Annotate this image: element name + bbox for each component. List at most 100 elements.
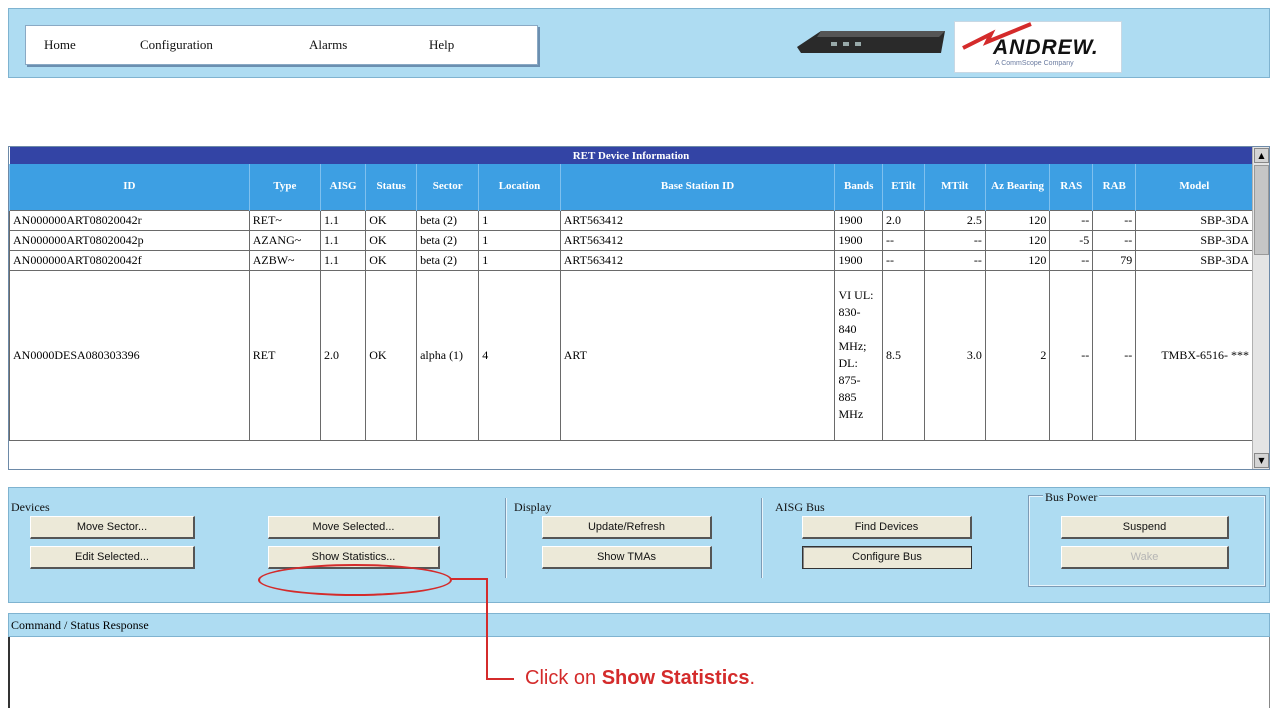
callout-leader-line	[486, 578, 488, 680]
callout-highlight-ellipse	[258, 564, 452, 596]
nav-alarms[interactable]: Alarms	[309, 37, 347, 53]
callout-leader-line	[486, 678, 514, 680]
cell-rab: --	[1092, 209, 1137, 231]
status-header: Command / Status Response	[8, 613, 1270, 637]
cell-location: 1	[478, 209, 561, 231]
callout-suffix: .	[749, 667, 756, 689]
cell-id: AN000000ART08020042r	[9, 209, 250, 231]
top-banner: Home Configuration Alarms Help ANDREW. A…	[8, 8, 1270, 78]
wake-button[interactable]: Wake	[1061, 546, 1229, 569]
configure-bus-button[interactable]: Configure Bus	[802, 546, 972, 569]
table-vertical-scrollbar[interactable]: ▲ ▼	[1252, 147, 1269, 469]
nav-home[interactable]: Home	[44, 37, 76, 53]
cell-sector: beta (2)	[416, 209, 480, 231]
col-header-rab[interactable]: RAB	[1092, 164, 1136, 210]
cell-aisg: 1.1	[319, 249, 367, 271]
col-header-mtilt[interactable]: MTilt	[923, 164, 986, 210]
move-selected-button[interactable]: Move Selected...	[268, 516, 440, 539]
group-divider	[505, 498, 507, 578]
cell-aisg: 1.1	[319, 229, 367, 251]
scroll-up-icon[interactable]: ▲	[1254, 148, 1269, 163]
aisg-bus-group-label: AISG Bus	[775, 500, 825, 514]
col-header-status[interactable]: Status	[365, 164, 417, 210]
cell-mtilt: --	[923, 229, 986, 251]
col-header-aisg[interactable]: AISG	[319, 164, 366, 210]
table-header-row: ID Type AISG Status Sector Location Base…	[9, 164, 1253, 210]
cell-model: TMBX-6516- ***	[1135, 269, 1253, 441]
col-header-type[interactable]: Type	[248, 164, 321, 210]
cell-az-bearing: 120	[984, 249, 1051, 271]
brand-tagline: A CommScope Company	[995, 60, 1074, 67]
col-header-ras[interactable]: RAS	[1049, 164, 1093, 210]
device-image	[797, 31, 945, 53]
cell-type: AZANG~	[248, 229, 321, 251]
cell-az-bearing: 120	[984, 209, 1051, 231]
table-row[interactable]: AN000000ART08020042r RET~ 1.1 OK beta (2…	[9, 209, 1253, 231]
col-header-az-bearing[interactable]: Az Bearing	[984, 164, 1050, 210]
scroll-thumb[interactable]	[1254, 165, 1269, 255]
suspend-button[interactable]: Suspend	[1061, 516, 1229, 539]
cell-type: RET~	[248, 209, 321, 231]
cell-status: OK	[365, 209, 418, 231]
cell-status: OK	[365, 249, 418, 271]
cell-location: 1	[478, 249, 561, 271]
bus-power-group-label: Bus Power	[1043, 490, 1100, 505]
cell-etilt: 2.0	[881, 209, 925, 231]
cell-etilt: --	[881, 249, 925, 271]
cell-aisg: 2.0	[319, 269, 367, 441]
ret-device-table: RET Device Information ID Type AISG Stat…	[9, 147, 1253, 441]
cell-model: SBP-3DA	[1135, 209, 1253, 231]
scroll-down-icon[interactable]: ▼	[1254, 453, 1269, 468]
callout-leader-line	[451, 578, 487, 580]
cell-etilt: --	[881, 229, 925, 251]
table-row[interactable]: AN0000DESA080303396 RET 2.0 OK alpha (1)…	[9, 269, 1253, 441]
cell-ras: --	[1049, 209, 1094, 231]
update-refresh-button[interactable]: Update/Refresh	[542, 516, 712, 539]
cell-status: OK	[365, 229, 418, 251]
col-header-base-station-id[interactable]: Base Station ID	[559, 164, 835, 210]
controls-panel: Devices Move Sector... Move Selected... …	[8, 487, 1270, 603]
col-header-id[interactable]: ID	[9, 164, 250, 210]
find-devices-button[interactable]: Find Devices	[802, 516, 972, 539]
col-header-location[interactable]: Location	[478, 164, 561, 210]
col-header-etilt[interactable]: ETilt	[881, 164, 925, 210]
cell-id: AN000000ART08020042p	[9, 229, 250, 251]
table-caption-row: RET Device Information	[9, 147, 1253, 164]
move-sector-button[interactable]: Move Sector...	[30, 516, 195, 539]
table-row[interactable]: AN000000ART08020042f AZBW~ 1.1 OK beta (…	[9, 249, 1253, 271]
devices-group-label: Devices	[11, 500, 50, 514]
cell-location: 1	[478, 229, 561, 251]
col-header-model[interactable]: Model	[1135, 164, 1253, 210]
cell-mtilt: 3.0	[923, 269, 986, 441]
edit-selected-button[interactable]: Edit Selected...	[30, 546, 195, 569]
cell-base-station-id: ART563412	[559, 209, 836, 231]
cell-bands: VI UL: 830- 840 MHz; DL: 875- 885 MHz	[834, 269, 883, 441]
nav-help[interactable]: Help	[429, 37, 454, 53]
cell-model: SBP-3DA	[1135, 249, 1253, 271]
table-row[interactable]: AN000000ART08020042p AZANG~ 1.1 OK beta …	[9, 229, 1253, 251]
cell-base-station-id: ART563412	[559, 249, 836, 271]
cell-type: AZBW~	[248, 249, 321, 271]
cell-rab: 79	[1092, 249, 1137, 271]
cell-bands: 1900	[834, 229, 883, 251]
display-group-label: Display	[514, 500, 552, 514]
cell-mtilt: 2.5	[923, 209, 986, 231]
ret-device-table-panel: RET Device Information ID Type AISG Stat…	[8, 146, 1270, 470]
cell-type: RET	[248, 269, 321, 441]
cell-bands: 1900	[834, 249, 883, 271]
show-tmas-button[interactable]: Show TMAs	[542, 546, 712, 569]
cell-sector: alpha (1)	[416, 269, 480, 441]
cell-ras: --	[1049, 269, 1094, 441]
nav-configuration[interactable]: Configuration	[140, 37, 213, 53]
col-header-bands[interactable]: Bands	[834, 164, 883, 210]
cell-model: SBP-3DA	[1135, 229, 1253, 251]
col-header-sector[interactable]: Sector	[416, 164, 479, 210]
cell-status: OK	[365, 269, 418, 441]
cell-ras: --	[1049, 249, 1094, 271]
table-caption: RET Device Information	[9, 147, 1253, 164]
cell-ras: -5	[1049, 229, 1094, 251]
cell-base-station-id: ART563412	[559, 229, 836, 251]
cell-base-station-id: ART	[559, 269, 836, 441]
cell-location: 4	[478, 269, 561, 441]
cell-mtilt: --	[923, 249, 986, 271]
